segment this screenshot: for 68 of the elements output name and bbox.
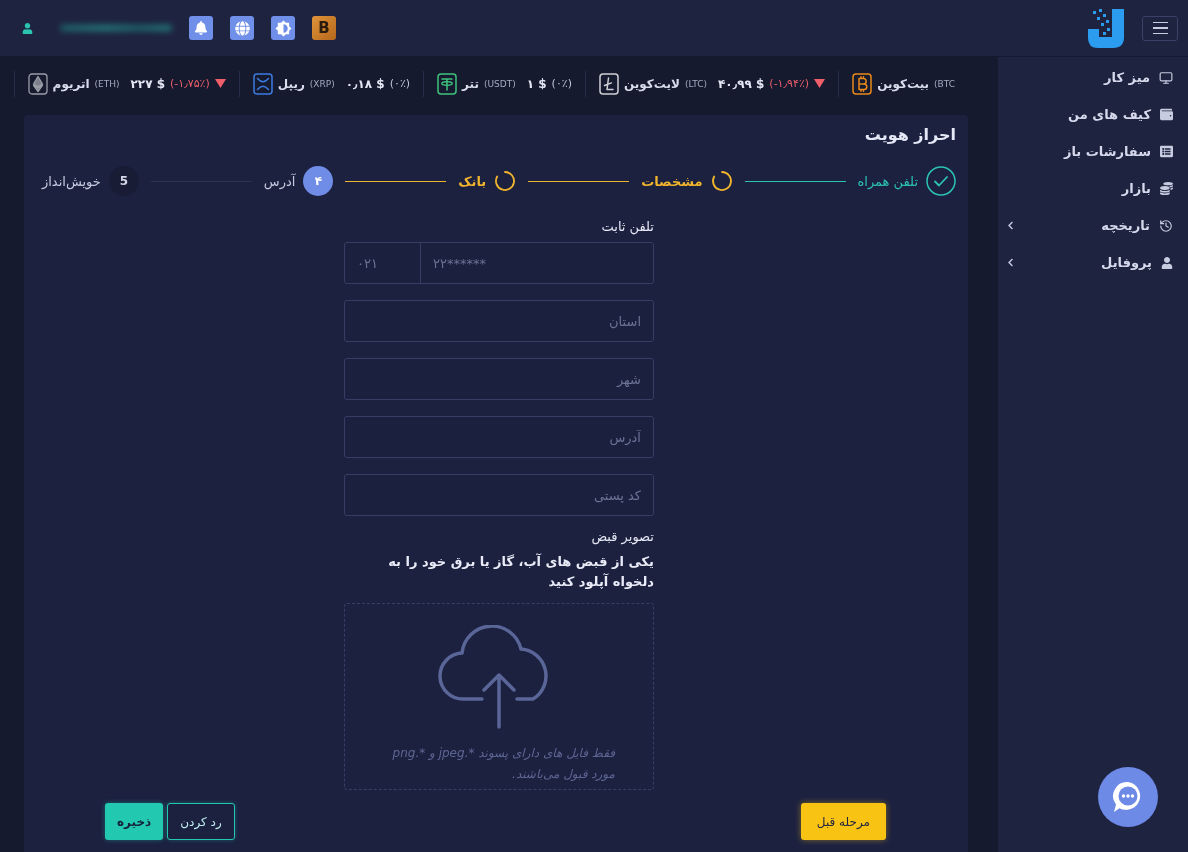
step-label: خویش‌انداز	[42, 173, 101, 189]
step-number: 5	[108, 166, 139, 196]
sidebar-item[interactable]: پروفایل	[998, 244, 1188, 281]
menu-button[interactable]	[1142, 15, 1178, 41]
upload-description: یکی از قبض های آب، گاز یا برق خود را به دلخواه آپلود کنید	[387, 552, 654, 591]
clock-icon	[1159, 218, 1173, 233]
step-label: آدرس	[263, 173, 296, 189]
coin-price: ۴۰٫۹۹ $	[718, 76, 765, 91]
coin-name: اتریوم	[52, 76, 90, 91]
coin-price: ۱ $	[526, 76, 547, 91]
area-code-field[interactable]: ۰۲۱	[344, 242, 421, 284]
globe-icon	[234, 20, 250, 36]
step-label: تلفن همراه	[857, 173, 918, 189]
price-change: (-۱٫۹۴٪)	[769, 77, 810, 90]
xrp-icon	[252, 72, 273, 95]
coin-name: لایت‌کوین	[624, 76, 680, 91]
price-change: (۰٪)	[551, 77, 572, 90]
bell-icon	[194, 21, 208, 35]
letter-badge-button[interactable]: B	[312, 16, 336, 40]
coin-name: بیت‌کوین	[877, 76, 930, 91]
tether-icon	[437, 72, 458, 95]
sidebar-item[interactable]: بازار	[998, 170, 1188, 207]
user-icon	[22, 22, 33, 34]
phone-number-field[interactable]: ۲۲******	[420, 242, 654, 284]
coin-name: ریپل	[277, 76, 305, 91]
sidebar-item[interactable]: تاریخچه	[998, 207, 1188, 244]
language-button[interactable]	[230, 16, 254, 40]
wallet-icon	[1160, 108, 1173, 121]
sidebar-item[interactable]: میز کار	[998, 59, 1188, 96]
previous-step-button[interactable]: مرحله قبل	[800, 803, 886, 840]
monitor-icon	[1159, 70, 1173, 85]
logo-icon	[1087, 7, 1125, 49]
coin-symbol: (BTC	[934, 78, 955, 89]
sidebar-item[interactable]: سفارشات باز	[998, 133, 1188, 170]
coin-name: تتر	[462, 76, 479, 91]
brightness-icon	[274, 19, 292, 37]
theme-button[interactable]	[271, 16, 295, 40]
step-label: مشخصات	[641, 173, 703, 189]
coin-price: ۲۲۷ $	[130, 76, 165, 91]
input-field[interactable]: آدرس	[344, 416, 654, 458]
ethereum-icon	[27, 72, 48, 95]
coins-icon	[1160, 182, 1173, 195]
coin-symbol: (XRP)	[309, 78, 335, 89]
sidebar-item[interactable]: کیف های من	[998, 96, 1188, 133]
input-field[interactable]: شهر	[344, 358, 654, 400]
list-icon	[1160, 145, 1173, 158]
coin-price: ۰٫۱۸ $	[345, 76, 385, 91]
user-icon	[1161, 256, 1173, 269]
cancel-button[interactable]: رد کردن	[167, 803, 235, 840]
coin-symbol: (LTC)	[684, 78, 707, 89]
down-triangle-icon	[214, 79, 226, 88]
step-number: ۴	[303, 166, 334, 196]
page-title: احراز هویت	[864, 124, 956, 146]
price-change: (۰٪)	[389, 77, 411, 90]
litecoin-icon	[599, 72, 619, 95]
step-label: بانک	[458, 173, 487, 189]
upload-hint: فقط فایل های دارای پسوند *.jpeg و *.png مورد قبول می‌باشند.	[391, 745, 615, 783]
notifications-button[interactable]	[189, 16, 213, 40]
coin-symbol: (USDT)	[483, 78, 516, 89]
down-triangle-icon	[814, 79, 826, 88]
save-button[interactable]: ذخیره	[105, 803, 164, 840]
input-field[interactable]: کد پستی	[344, 474, 654, 516]
field-label: تصویر قبض	[590, 528, 654, 546]
price-change: (-۱٫۷۵٪)	[170, 77, 210, 90]
field-label: تلفن ثابت	[600, 218, 654, 236]
coin-symbol: (ETH)	[94, 78, 120, 89]
bitcoin-icon	[852, 72, 873, 95]
input-field[interactable]: استان	[344, 300, 654, 342]
